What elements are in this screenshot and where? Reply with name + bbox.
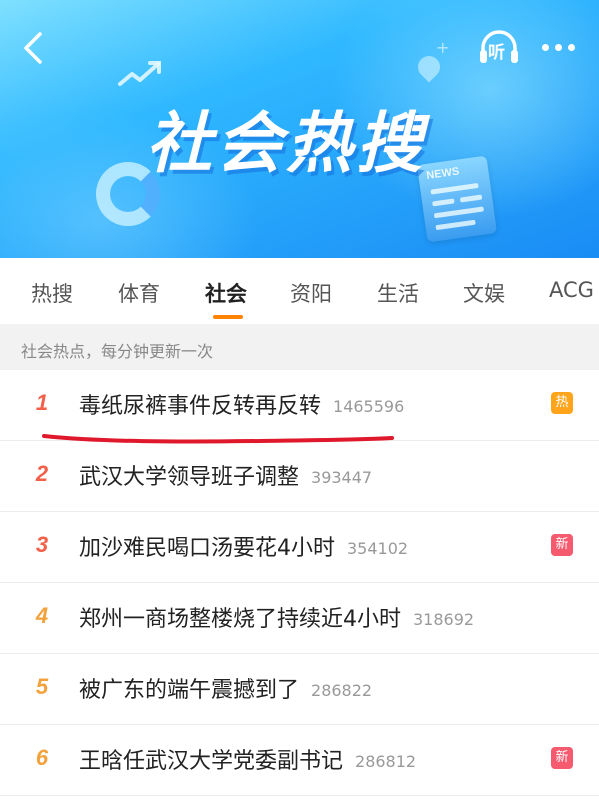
page-title: 社会热搜 [146, 105, 426, 182]
list-item[interactable]: 5 被广东的端午震撼到了 286822 [0, 654, 599, 725]
headline-text: 武汉大学领导班子调整 [79, 465, 300, 490]
more-dots-icon [555, 44, 562, 51]
hot-badge: 热 [551, 392, 573, 414]
trend-up-icon [118, 61, 161, 86]
headline-text: 毒纸尿裤事件反转再反转 [79, 394, 322, 419]
tab-sports[interactable]: 体育 [118, 278, 160, 308]
more-dots-icon [568, 44, 575, 51]
list-item[interactable]: 6 王晗任武汉大学党委副书记 286812 新 [0, 725, 599, 796]
headline: 王晗任武汉大学党委副书记 286812 [79, 743, 416, 775]
headline: 郑州一商场整楼烧了持续近4小时 318692 [79, 601, 474, 633]
listen-label: 听 [488, 43, 505, 63]
tab-entertainment[interactable]: 文娱 [463, 278, 505, 308]
headline-text: 王晗任武汉大学党委副书记 [79, 749, 344, 774]
rank-number: 5 [35, 674, 49, 699]
headline-text: 被广东的端午震撼到了 [79, 678, 300, 703]
listen-button[interactable]: 听 [477, 28, 521, 68]
newspaper-label: NEWS [425, 165, 461, 182]
active-tab-indicator [213, 315, 243, 319]
list-subheader: 社会热点，每分钟更新一次 [0, 324, 599, 370]
list-item[interactable]: 3 加沙难民喝口汤要花4小时 354102 新 [0, 512, 599, 583]
newspaper-icon: NEWS [416, 155, 498, 243]
more-button[interactable] [540, 42, 576, 54]
more-dots-icon [542, 44, 549, 51]
rank-number: 6 [35, 745, 49, 770]
category-tabs: 热搜 体育 社会 资阳 生活 文娱 ACG [0, 258, 599, 324]
tab-ziyang[interactable]: 资阳 [290, 278, 332, 308]
heat-count: 286812 [355, 752, 417, 771]
red-underline-annotation [42, 434, 394, 444]
headline: 武汉大学领导班子调整 393447 [79, 459, 372, 491]
list-item[interactable]: 2 武汉大学领导班子调整 393447 [0, 441, 599, 512]
headline: 加沙难民喝口汤要花4小时 354102 [79, 530, 408, 562]
plus-icon: + [436, 38, 450, 57]
headline-text: 加沙难民喝口汤要花4小时 [79, 536, 335, 561]
tab-life[interactable]: 生活 [377, 278, 419, 308]
heat-count: 393447 [311, 468, 373, 487]
headline-text: 郑州一商场整楼烧了持续近4小时 [79, 607, 401, 632]
list-item[interactable]: 4 郑州一商场整楼烧了持续近4小时 318692 [0, 583, 599, 654]
headline: 被广东的端午震撼到了 286822 [79, 672, 372, 704]
new-badge: 新 [551, 534, 573, 556]
heat-count: 286822 [311, 681, 373, 700]
tab-acg[interactable]: ACG [549, 278, 594, 302]
rank-number: 2 [35, 461, 49, 486]
headline: 毒纸尿裤事件反转再反转 1465596 [79, 388, 404, 420]
back-arrow-icon [24, 32, 42, 64]
rank-number: 1 [35, 390, 49, 415]
tab-society[interactable]: 社会 [205, 278, 247, 308]
heat-count: 354102 [347, 539, 409, 558]
new-badge: 新 [551, 747, 573, 769]
heat-count: 1465596 [333, 397, 405, 416]
heat-count: 318692 [413, 610, 475, 629]
rank-number: 4 [35, 603, 49, 628]
header-banner: + NEWS 社会热搜 听 [0, 0, 599, 258]
back-button[interactable] [20, 30, 48, 66]
tab-hot[interactable]: 热搜 [31, 278, 73, 308]
rank-number: 3 [35, 532, 49, 557]
